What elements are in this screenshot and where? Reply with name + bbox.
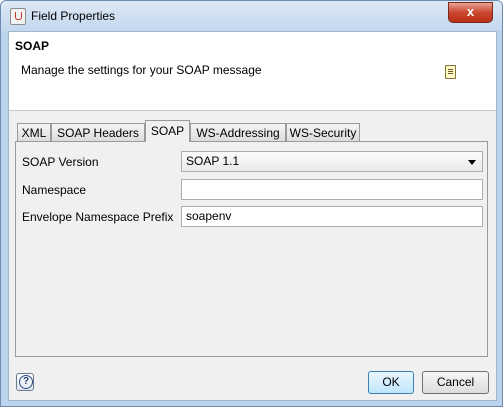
tab-ws-security[interactable]: WS-Security [286, 123, 360, 141]
chevron-down-icon[interactable] [468, 160, 476, 165]
header-panel: SOAP Manage the settings for your SOAP m… [9, 32, 496, 111]
namespace-field[interactable] [181, 179, 483, 200]
java-app-icon [10, 8, 26, 25]
help-button[interactable]: ? [16, 373, 34, 391]
document-icon[interactable] [445, 65, 456, 79]
tab-xml[interactable]: XML [17, 123, 51, 141]
envelope-prefix-field[interactable]: soapenv [181, 206, 483, 227]
namespace-label: Namespace [22, 183, 87, 197]
dialog-window: Field Properties x SOAP Manage the setti… [0, 0, 503, 407]
dialog-content: SOAP Manage the settings for your SOAP m… [8, 31, 497, 401]
tab-soap[interactable]: SOAP [145, 120, 190, 142]
soap-version-value: SOAP 1.1 [186, 154, 240, 168]
soap-tab-panel: SOAP Version SOAP 1.1 Namespace Envelope… [15, 141, 488, 357]
envelope-prefix-label: Envelope Namespace Prefix [22, 210, 174, 224]
ok-button[interactable]: OK [368, 371, 414, 394]
tab-ws-addressing[interactable]: WS-Addressing [190, 123, 286, 141]
header-description: Manage the settings for your SOAP messag… [21, 63, 262, 77]
close-button[interactable]: x [448, 2, 493, 23]
header-title: SOAP [15, 39, 50, 53]
soap-version-label: SOAP Version [22, 155, 99, 169]
cancel-button[interactable]: Cancel [422, 371, 489, 394]
soap-version-select[interactable]: SOAP 1.1 [181, 151, 483, 172]
window-title: Field Properties [31, 9, 116, 23]
tab-soap-headers[interactable]: SOAP Headers [51, 123, 145, 141]
title-bar[interactable]: Field Properties x [1, 1, 502, 31]
help-icon: ? [19, 375, 33, 389]
